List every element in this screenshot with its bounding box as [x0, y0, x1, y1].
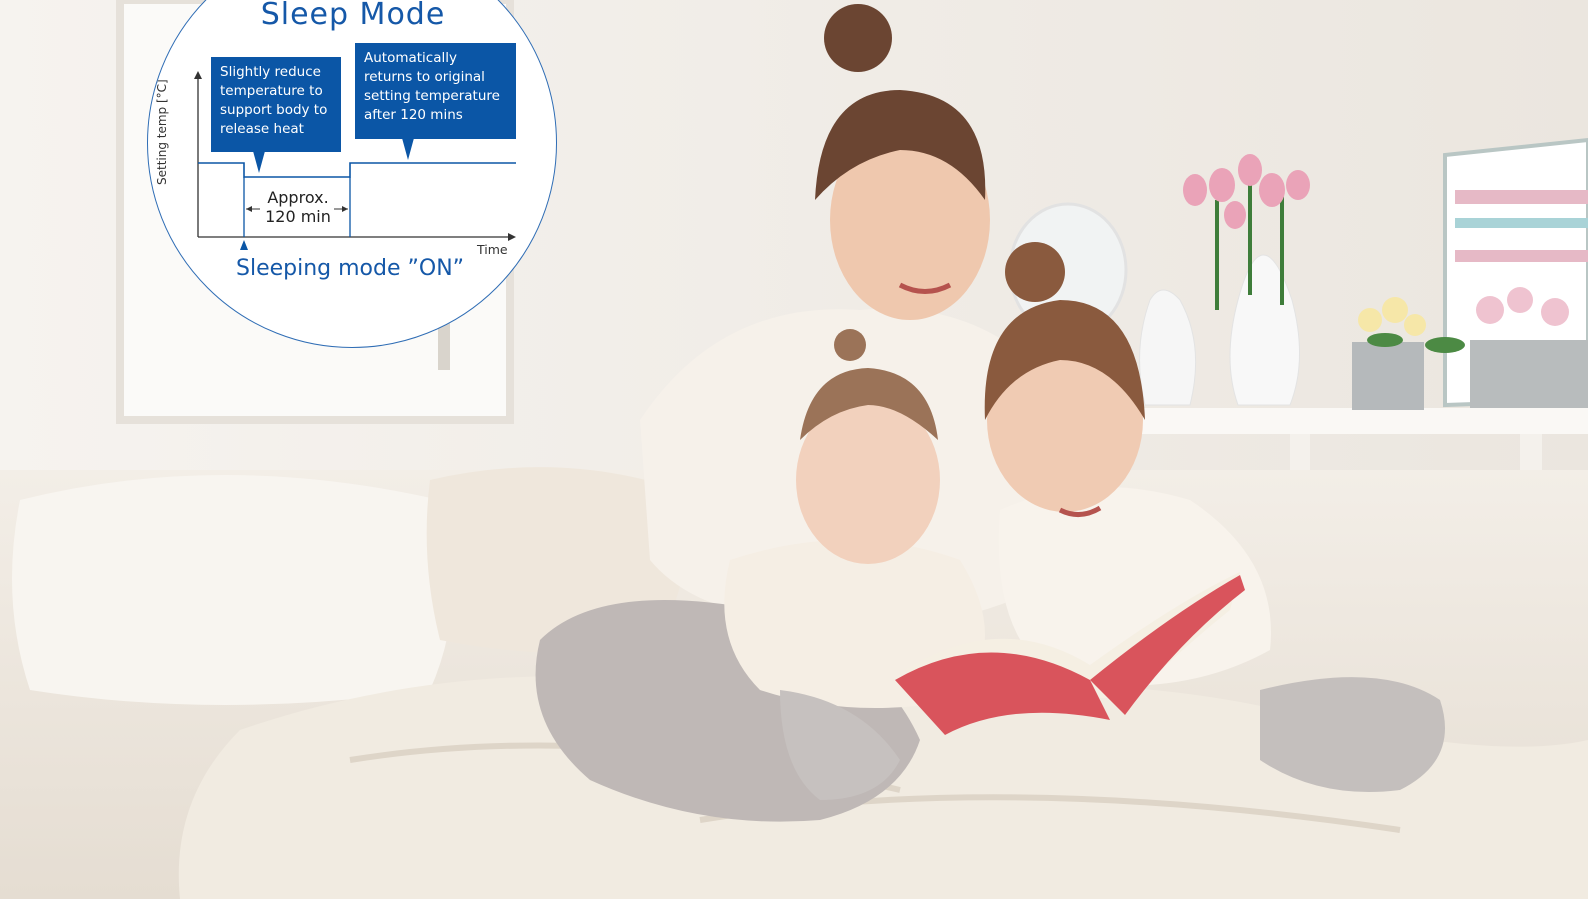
duration-label: Approx. 120 min [248, 188, 348, 226]
callout-pointer-left [253, 151, 265, 173]
callout-pointer-right [402, 138, 414, 160]
mode-on-marker [240, 240, 248, 250]
y-axis-arrow [194, 71, 202, 79]
x-axis-label: Time [477, 242, 508, 257]
temperature-profile-line [198, 162, 516, 178]
x-axis-arrow [508, 233, 516, 241]
duration-label-line-2: 120 min [265, 207, 331, 226]
callout-return-temperature: Automatically returns to original settin… [355, 43, 516, 139]
callout-reduce-temperature: Slightly reduce temperature to support b… [211, 57, 341, 152]
sleep-mode-badge: Sleep Mode Slightly reduce temperature t… [147, 0, 557, 348]
duration-label-line-1: Approx. [267, 188, 329, 207]
y-axis-label: Setting temp [°C] [155, 79, 169, 185]
sleeping-mode-on-label: Sleeping mode ”ON” [236, 256, 465, 281]
